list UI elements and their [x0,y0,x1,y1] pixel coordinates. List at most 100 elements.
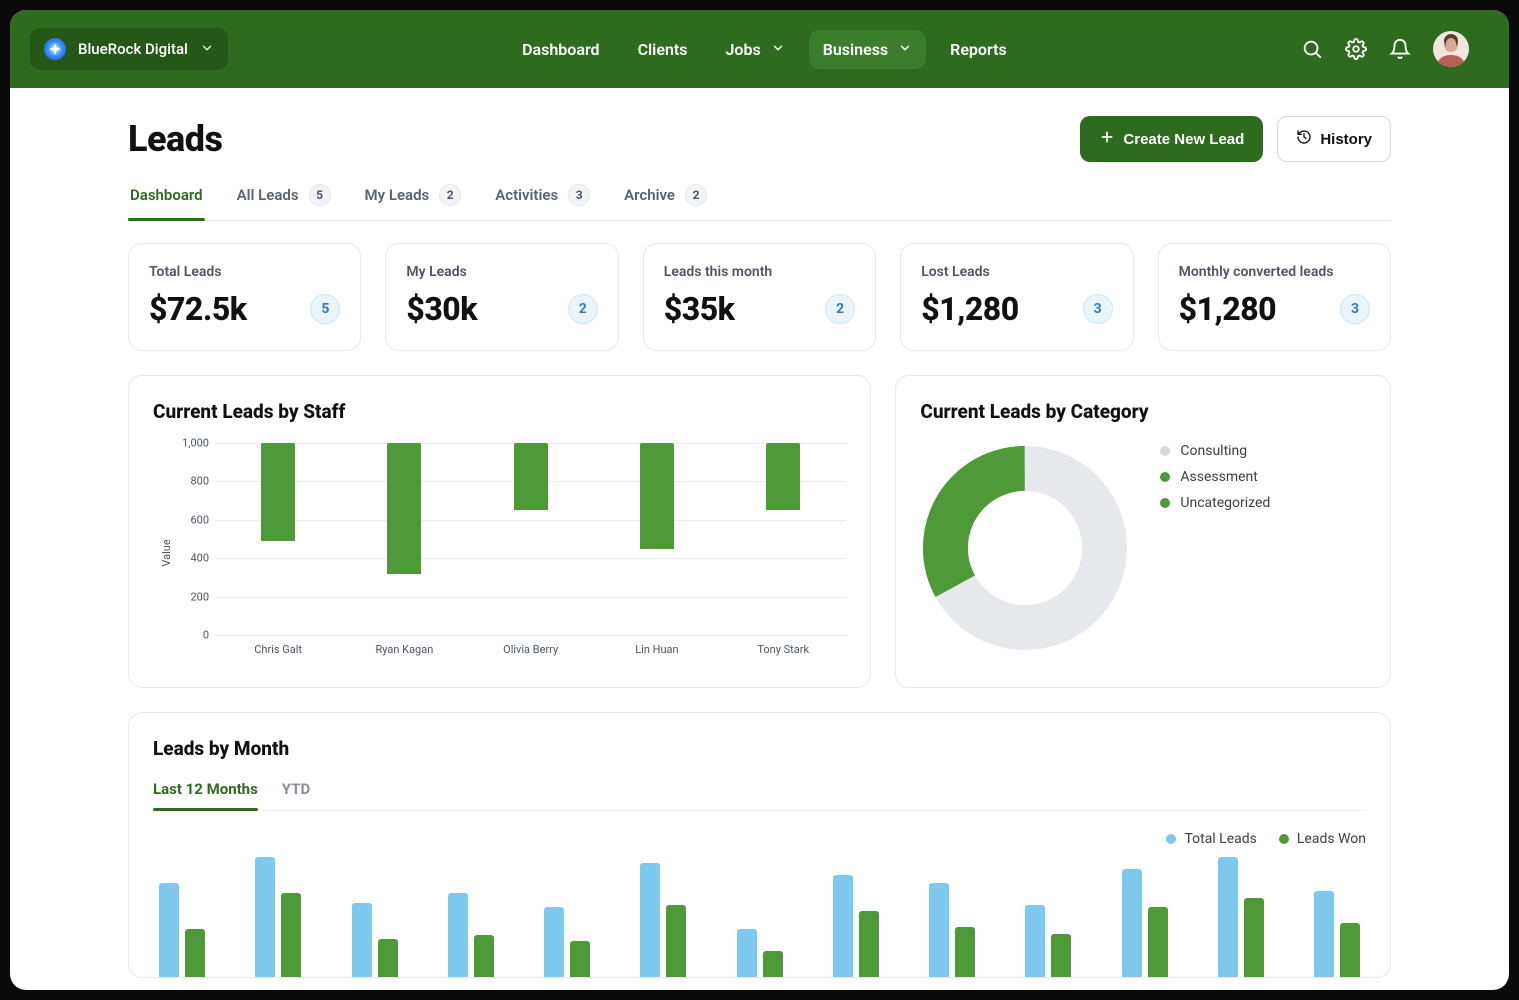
bar-column: Ryan Kagan [387,443,421,635]
stat-value: $30k [406,290,477,328]
staff-bar-chart: Value 02004006008001,000 Chris Galt Ryan… [153,443,846,663]
monthly-bar-chart [153,857,1366,977]
tab-count-badge: 2 [439,184,461,206]
tab-all-leads[interactable]: All Leads5 [235,184,333,220]
bar [387,443,421,574]
bar-won [570,941,590,977]
bar-won [1148,907,1168,977]
nav-label: Dashboard [522,40,599,59]
stat-value: $72.5k [149,290,247,328]
tab-label: Activities [495,186,558,204]
nav-reports[interactable]: Reports [936,30,1021,69]
head-actions: Create New Lead History [1080,116,1391,162]
donut-wrap: Consulting Assessment Uncategorized [920,443,1366,653]
stat-title: My Leads [406,264,597,280]
legend-item: Assessment [1160,469,1270,485]
bell-icon[interactable] [1389,38,1411,60]
create-new-lead-button[interactable]: Create New Lead [1080,116,1263,162]
gear-icon[interactable] [1345,38,1367,60]
monthly-sub-tabs: Last 12 Months YTD [153,780,1366,811]
bar [766,443,800,510]
stat-badge: 3 [1340,294,1370,324]
x-tick-label: Chris Galt [254,643,302,656]
bar-plot: Chris Galt Ryan Kagan Olivia Berry Lin H… [215,443,846,635]
month-group [1314,891,1360,977]
bar-column: Lin Huan [640,443,674,635]
stat-card: Leads this month $35k 2 [643,243,876,351]
tab-dashboard[interactable]: Dashboard [128,184,205,220]
stat-badge: 5 [310,294,340,324]
y-tick-label: 800 [181,475,209,488]
month-group [1218,857,1264,977]
legend-dot-icon [1160,446,1170,456]
card-title: Leads by Month [153,737,1366,760]
tab-archive[interactable]: Archive2 [622,184,709,220]
legend-dot-icon [1279,834,1289,844]
search-icon[interactable] [1301,38,1323,60]
card-title: Current Leads by Category [920,400,1366,423]
org-logo-icon [44,38,66,60]
tab-activities[interactable]: Activities 3 [493,184,592,220]
stat-row: $1,280 3 [921,290,1112,328]
org-selector[interactable]: BlueRock Digital [30,28,228,70]
nav-label: Clients [638,40,688,59]
tab-my-leads[interactable]: My Leads2 [363,184,464,220]
leads-tabs: Dashboard All Leads5 My Leads2 Activitie… [128,184,1391,221]
legend-label: Consulting [1180,443,1247,459]
legend-item: Uncategorized [1160,495,1270,511]
legend-label: Uncategorized [1180,495,1270,511]
sub-tab-last12[interactable]: Last 12 Months [153,780,258,810]
nav-jobs[interactable]: Jobs [711,30,798,69]
history-button[interactable]: History [1277,116,1391,162]
nav-label: Business [823,40,888,59]
bar-won [1051,934,1071,977]
stat-row: $72.5k 5 [149,290,340,328]
stat-title: Lost Leads [921,264,1112,280]
tab-count-badge: 3 [568,184,590,206]
stat-card: Lost Leads $1,280 3 [900,243,1133,351]
page-content: Leads Create New Lead History Dashboard … [10,88,1509,990]
monthly-legend: Total Leads Leads Won [153,831,1366,847]
month-group [352,903,398,977]
bar-total [1314,891,1334,977]
chevron-down-icon [771,40,785,59]
y-tick-label: 600 [181,513,209,526]
stat-card: Total Leads $72.5k 5 [128,243,361,351]
x-tick-label: Tony Stark [757,643,809,656]
avatar[interactable] [1433,31,1469,67]
bar-total [352,903,372,977]
x-tick-label: Lin Huan [635,643,678,656]
chevron-down-icon [200,40,214,59]
button-label: History [1320,131,1372,148]
y-tick-label: 400 [181,552,209,565]
bar-total [448,893,468,977]
tab-label: Archive [624,186,675,204]
nav-clients[interactable]: Clients [624,30,702,69]
stat-title: Total Leads [149,264,340,280]
bar-won [666,905,686,977]
stat-value: $1,280 [921,290,1019,328]
legend-total: Total Leads [1166,831,1256,847]
donut-slice [946,468,1105,627]
bar [514,443,548,510]
plus-icon [1099,129,1115,149]
bar-total [159,883,179,977]
stat-value: $35k [664,290,735,328]
nav-dashboard[interactable]: Dashboard [508,30,613,69]
sub-tab-ytd[interactable]: YTD [282,780,310,810]
stat-badge: 3 [1083,294,1113,324]
month-group [640,863,686,977]
y-tick-label: 1,000 [181,437,209,450]
month-group [737,929,783,977]
bar-column: Chris Galt [261,443,295,635]
donut-legend: Consulting Assessment Uncategorized [1160,443,1270,511]
legend-label: Total Leads [1184,831,1256,847]
stat-title: Leads this month [664,264,855,280]
nav-business[interactable]: Business [809,30,926,69]
month-group [544,907,590,977]
topbar-right [1301,31,1469,67]
legend-dot-icon [1166,834,1176,844]
gridline [215,635,846,636]
legend-dot-icon [1160,472,1170,482]
button-label: Create New Lead [1123,131,1244,148]
